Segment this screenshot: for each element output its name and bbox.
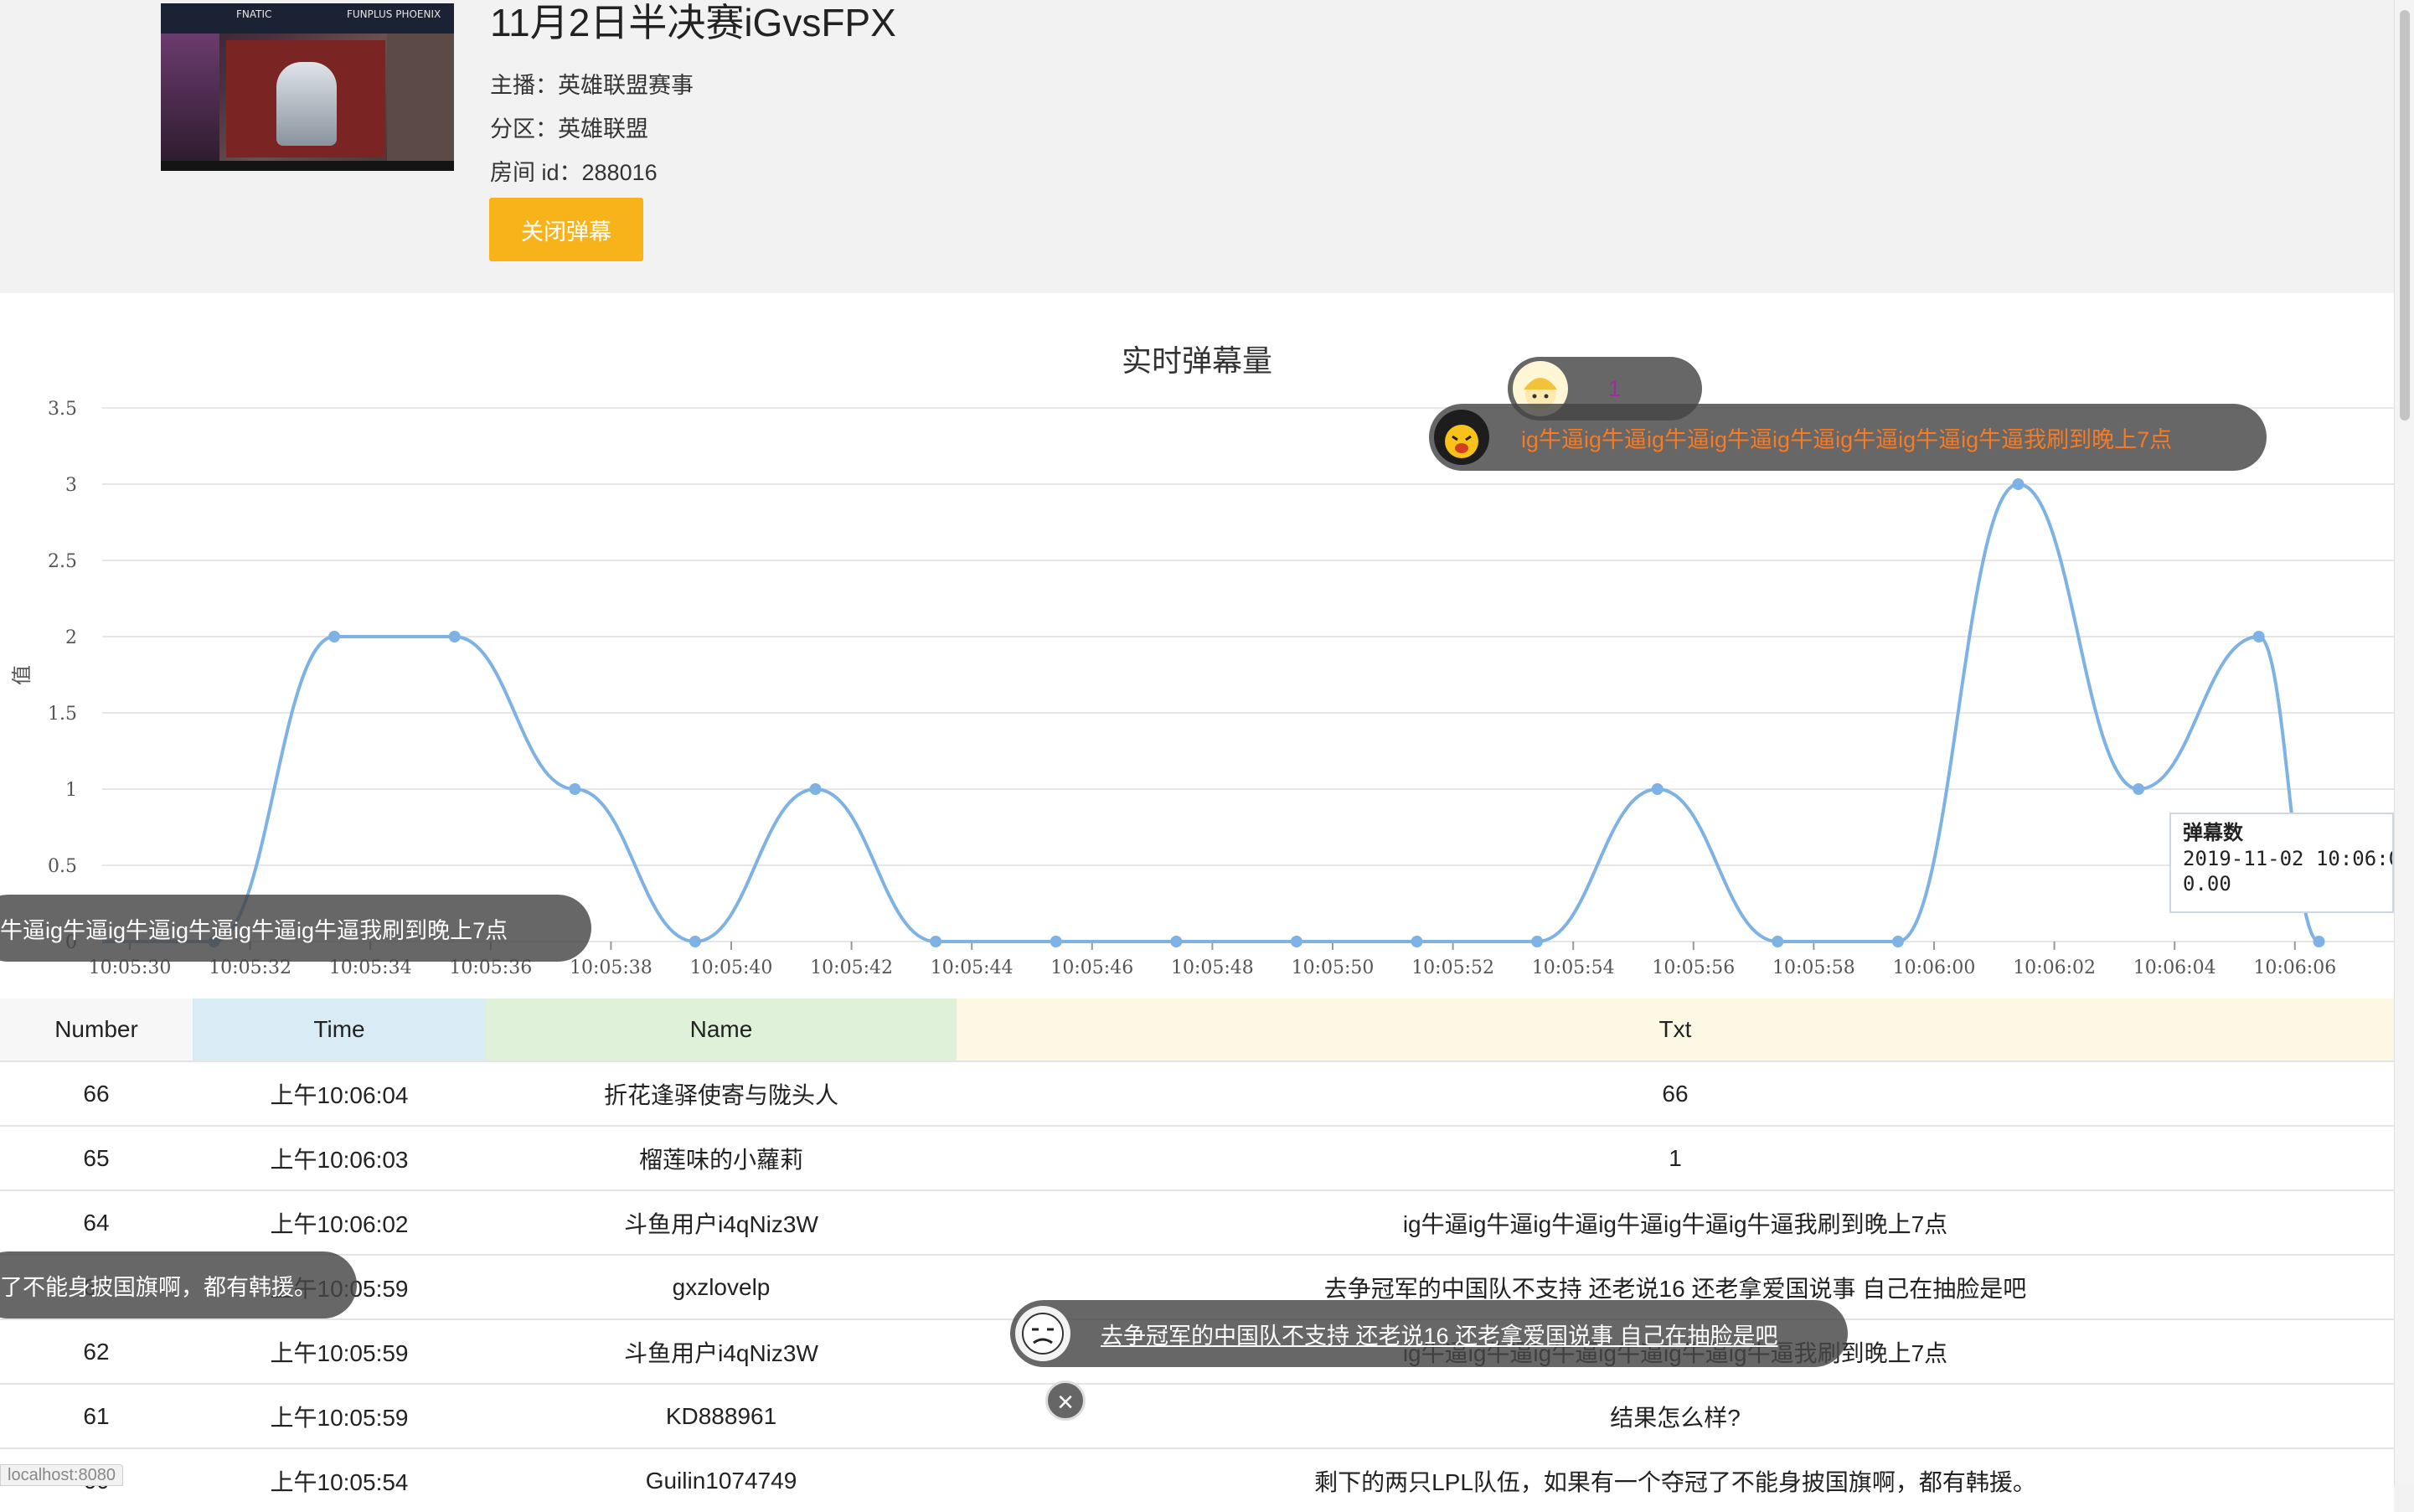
data-point <box>2313 936 2325 947</box>
cell-name: gxzlovelp <box>486 1254 957 1319</box>
y-tick-label: 2 <box>65 627 77 648</box>
danmaku-bubble: 了不能身披国旗啊，都有韩援。 <box>0 1251 357 1318</box>
data-point <box>2252 631 2265 642</box>
cell-time: 上午10:06:04 <box>193 1060 486 1126</box>
x-tick-label: 10:06:02 <box>2013 957 2096 978</box>
cell-name: Guilin1074749 <box>486 1447 957 1512</box>
column-header-time[interactable]: Time <box>193 999 486 1061</box>
data-point <box>689 936 701 947</box>
cell-name: 斗鱼用户i4qNiz3W <box>486 1318 957 1384</box>
x-tick-label: 10:05:44 <box>931 957 1014 978</box>
danmaku-line-chart[interactable]: 00.511.522.533.5值10:05:3010:05:3210:05:3… <box>0 0 2394 999</box>
table-row[interactable]: 61 上午10:05:59 KD888961 结果怎么样? <box>0 1383 2394 1448</box>
column-header-txt[interactable]: Txt <box>957 999 2394 1061</box>
crying-face-avatar <box>1434 410 1489 465</box>
y-tick-label: 2.5 <box>48 551 77 572</box>
table-row[interactable]: 64 上午10:06:02 斗鱼用户i4qNiz3W ig牛逼ig牛逼ig牛逼ig牛逼… <box>0 1189 2394 1255</box>
x-tick-label: 10:05:58 <box>1772 957 1855 978</box>
data-point <box>1891 936 1904 947</box>
data-point <box>1772 936 1784 947</box>
close-icon[interactable]: × <box>1045 1380 1086 1421</box>
x-tick-label: 10:05:38 <box>570 957 653 978</box>
data-point <box>1050 936 1062 947</box>
cell-time: 上午10:06:02 <box>193 1189 486 1255</box>
x-tick-label: 10:05:56 <box>1652 957 1735 978</box>
scrollbar-thumb[interactable] <box>2400 10 2410 421</box>
cell-number: 64 <box>0 1189 193 1255</box>
cell-time: 上午10:05:54 <box>193 1447 486 1512</box>
y-tick-label: 1.5 <box>48 704 77 725</box>
cell-txt: 66 <box>957 1060 2394 1126</box>
danmaku-bubble: ig牛逼ig牛逼ig牛逼ig牛逼ig牛逼ig牛逼ig牛逼ig牛逼我刷到晚上7点 <box>1429 404 2267 471</box>
y-tick-label: 3 <box>65 475 77 496</box>
data-point <box>2012 478 2025 490</box>
danmaku-text: ig牛逼ig牛逼ig牛逼ig牛逼ig牛逼ig牛逼ig牛逼ig牛逼我刷到晚上7点 <box>1521 426 2173 452</box>
cell-name: 斗鱼用户i4qNiz3W <box>486 1189 957 1255</box>
cell-txt: 结果怎么样? <box>957 1383 2394 1448</box>
column-header-name[interactable]: Name <box>486 999 957 1061</box>
status-url: localhost:8080 <box>0 1464 123 1486</box>
chart-tooltip: 弹幕数 2019-11-02 10:06:06 0.00 <box>2169 813 2394 913</box>
cell-number: 61 <box>0 1383 193 1448</box>
cell-txt: 1 <box>957 1125 2394 1190</box>
x-tick-label: 10:05:46 <box>1050 957 1133 978</box>
page-scrollbar[interactable] <box>2394 0 2414 1484</box>
data-point <box>1290 936 1302 947</box>
danmaku-table: Number Time Name Txt 66 上午10:06:04 折花逢驿使寄与… <box>0 999 2394 1512</box>
cell-txt: 剩下的两只LPL队伍，如果有一个夺冠了不能身披国旗啊，都有韩援。 <box>957 1447 2394 1512</box>
data-point <box>930 936 942 947</box>
cell-time: 上午10:05:59 <box>193 1383 486 1448</box>
x-tick-label: 10:05:54 <box>1532 957 1615 978</box>
danmaku-text: 牛逼ig牛逼ig牛逼ig牛逼ig牛逼ig牛逼我刷到晚上7点 <box>0 917 508 943</box>
danmaku-text: 了不能身披国旗啊，都有韩援。 <box>0 1274 317 1300</box>
cell-number: 62 <box>0 1318 193 1384</box>
y-tick-label: 3.5 <box>48 399 77 420</box>
tooltip-value: 0.00 <box>2183 872 2231 895</box>
data-point <box>1411 936 1423 947</box>
data-point <box>1651 783 1663 795</box>
data-point <box>809 783 822 795</box>
x-tick-label: 10:05:52 <box>1411 957 1494 978</box>
x-tick-label: 10:05:50 <box>1292 957 1375 978</box>
data-point <box>328 631 341 642</box>
danmaku-text: 去争冠军的中国队不支持 还老说16 还老拿爱国说事 自己在抽脸是吧 <box>1101 1323 1778 1349</box>
cell-time: 上午10:05:59 <box>193 1318 486 1384</box>
cell-name: 折花逢驿使寄与陇头人 <box>486 1060 957 1126</box>
tooltip-time: 2019-11-02 10:06:06 <box>2183 847 2394 870</box>
data-point <box>448 631 461 642</box>
cell-name: KD888961 <box>486 1383 957 1448</box>
tooltip-title: 弹幕数 <box>2183 822 2243 844</box>
x-tick-label: 10:05:40 <box>690 957 773 978</box>
cell-number: 66 <box>0 1060 193 1126</box>
danmaku-bubble: 牛逼ig牛逼ig牛逼ig牛逼ig牛逼ig牛逼我刷到晚上7点 <box>0 895 591 962</box>
column-header-number[interactable]: Number <box>0 999 193 1061</box>
x-tick-label: 10:06:00 <box>1893 957 1976 978</box>
danmaku-bubble: 去争冠军的中国队不支持 还老说16 还老拿爱国说事 自己在抽脸是吧 <box>1010 1300 1848 1367</box>
y-axis-label: 值 <box>11 665 34 685</box>
table-row[interactable]: 60上午10:05:54Guilin1074749剩下的两只LPL队伍，如果有一… <box>0 1447 2394 1512</box>
data-point <box>569 783 581 795</box>
data-point <box>2133 783 2145 795</box>
table-row[interactable]: 66 上午10:06:04 折花逢驿使寄与陇头人 66 <box>0 1060 2394 1126</box>
x-tick-label: 10:06:06 <box>2253 957 2336 978</box>
cell-time: 上午10:06:03 <box>193 1125 486 1190</box>
cell-txt: ig牛逼ig牛逼ig牛逼ig牛逼ig牛逼ig牛逼我刷到晚上7点 <box>957 1189 2394 1255</box>
cell-number: 65 <box>0 1125 193 1190</box>
x-tick-label: 10:05:48 <box>1171 957 1254 978</box>
meme-face-avatar <box>1015 1306 1070 1361</box>
y-tick-label: 0.5 <box>48 856 77 877</box>
cell-name: 榴莲味的小蘿莉 <box>486 1125 957 1190</box>
data-point <box>1531 936 1544 947</box>
data-point <box>1170 936 1183 947</box>
y-tick-label: 1 <box>65 780 77 801</box>
danmaku-text: 1 <box>1608 375 1622 401</box>
table-header-row: Number Time Name Txt <box>0 999 2394 1061</box>
table-row[interactable]: 65 上午10:06:03 榴莲味的小蘿莉 1 <box>0 1125 2394 1190</box>
x-tick-label: 10:06:04 <box>2133 957 2216 978</box>
x-tick-label: 10:05:42 <box>810 957 893 978</box>
